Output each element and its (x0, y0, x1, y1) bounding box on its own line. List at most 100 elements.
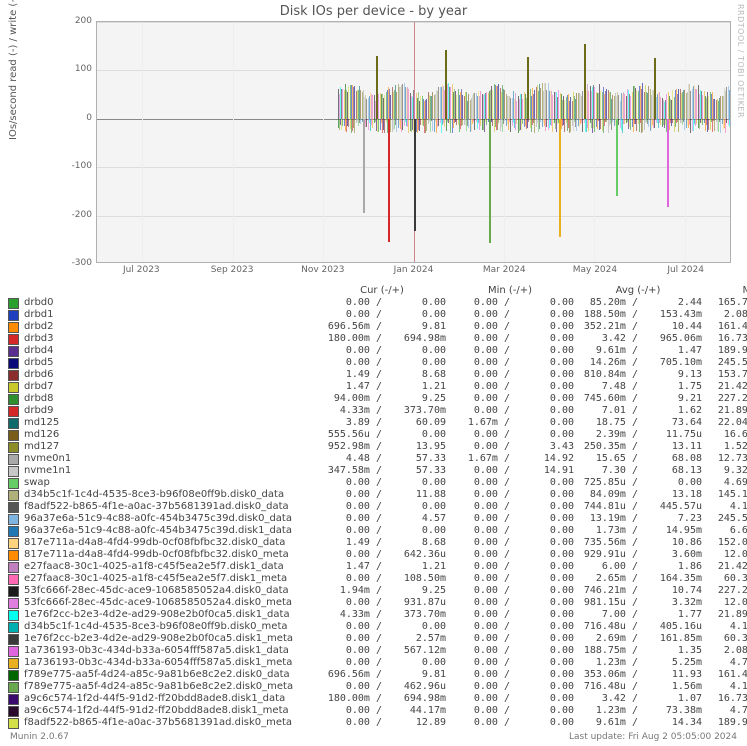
series-name: drbd7 (22, 381, 318, 393)
legend-row: a9c6c574-1f2d-44f5-91d2-ff20bdd8ade8.dis… (8, 705, 739, 717)
legend-row: e27faac8-30c1-4025-a1f8-c45f5ea2e5f7.dis… (8, 573, 739, 585)
series-name: md127 (22, 441, 318, 453)
series-name: drbd4 (22, 345, 318, 357)
legend-row: drbd10.00 /0.000.00 /0.00188.50m /153.43… (8, 309, 739, 321)
series-name: d34b5c1f-1c4d-4535-8ce3-b96f08e0ff9b.dis… (22, 489, 318, 501)
chart-title: Disk IOs per device - by year (0, 0, 747, 21)
series-name: 817e711a-d4a8-4fd4-99db-0cf08fbfbc32.dis… (22, 549, 318, 561)
swatch (8, 586, 19, 597)
series-name: d34b5c1f-1c4d-4535-8ce3-b96f08e0ff9b.dis… (22, 621, 318, 633)
series-name: drbd3 (22, 333, 318, 345)
legend-row: 53fc666f-28ec-45dc-ace9-1068585052a4.dis… (8, 597, 739, 609)
series-name: drbd6 (22, 369, 318, 381)
series-name: f8adf522-b865-4f1e-a0ac-37b5681391ad.dis… (22, 717, 318, 729)
legend-row: d34b5c1f-1c4d-4535-8ce3-b96f08e0ff9b.dis… (8, 489, 739, 501)
legend-row: 53fc666f-28ec-45dc-ace9-1068585052a4.dis… (8, 585, 739, 597)
legend-row: 1a736193-0b3c-434d-b33a-6054fff587a5.dis… (8, 645, 739, 657)
swatch (8, 670, 19, 681)
legend-row: md1253.89 /60.091.67m /0.0018.75 /73.642… (8, 417, 739, 429)
series-name: e27faac8-30c1-4025-a1f8-c45f5ea2e5f7.dis… (22, 573, 318, 585)
swatch (8, 406, 19, 417)
series-name: swap (22, 477, 318, 489)
series-name: a9c6c574-1f2d-44f5-91d2-ff20bdd8ade8.dis… (22, 705, 318, 717)
legend-row: drbd71.47 /1.210.00 /0.007.48 /1.7521.42… (8, 381, 739, 393)
series-name: 1a736193-0b3c-434d-b33a-6054fff587a5.dis… (22, 657, 318, 669)
swatch (8, 718, 19, 729)
series-name: drbd2 (22, 321, 318, 333)
swatch (8, 346, 19, 357)
legend-row: 817e711a-d4a8-4fd4-99db-0cf08fbfbc32.dis… (8, 549, 739, 561)
legend-row: drbd2696.56m /9.810.00 /0.00352.21m /10.… (8, 321, 739, 333)
swatch (8, 658, 19, 669)
legend-row: swap0.00 /0.000.00 /0.00725.85u /0.004.6… (8, 477, 739, 489)
legend-row: f789e775-aa5f-4d24-a85c-9a81b6e8c2e2.dis… (8, 681, 739, 693)
legend-table: Cur (-/+) Min (-/+) Avg (-/+) Max (-/+) … (8, 285, 739, 729)
series-name: 1e76f2cc-b2e3-4d2e-ad29-908e2b0f0ca5.dis… (22, 633, 318, 645)
swatch (8, 382, 19, 393)
legend-header: Cur (-/+) Min (-/+) Avg (-/+) Max (-/+) (8, 285, 739, 296)
swatch (8, 550, 19, 561)
swatch (8, 490, 19, 501)
footer-version: Munin 2.0.67 (10, 732, 69, 742)
series-name: nvme1n1 (22, 465, 318, 477)
swatch (8, 706, 19, 717)
swatch (8, 646, 19, 657)
footer-update: Last update: Fri Aug 2 05:05:00 2024 (569, 732, 737, 742)
swatch (8, 478, 19, 489)
x-axis: Jul 2023Sep 2023Nov 2023Jan 2024Mar 2024… (96, 265, 731, 281)
swatch (8, 442, 19, 453)
col-cur: Cur (-/+) (318, 285, 446, 296)
legend-row: 1a736193-0b3c-434d-b33a-6054fff587a5.dis… (8, 657, 739, 669)
series-name: nvme0n1 (22, 453, 318, 465)
series-name: 53fc666f-28ec-45dc-ace9-1068585052a4.dis… (22, 597, 318, 609)
series-name: 53fc666f-28ec-45dc-ace9-1068585052a4.dis… (22, 585, 318, 597)
col-avg: Avg (-/+) (574, 285, 702, 296)
swatch (8, 682, 19, 693)
legend-row: nvme0n14.48 /57.331.67m /14.9215.65 /68.… (8, 453, 739, 465)
series-name: 96a37e6a-51c9-4c88-a0fc-454b3475c39d.dis… (22, 525, 318, 537)
swatch (8, 322, 19, 333)
legend-row: drbd94.33m /373.70m0.00 /0.007.01 /1.622… (8, 405, 739, 417)
swatch (8, 502, 19, 513)
legend-row: 1e76f2cc-b2e3-4d2e-ad29-908e2b0f0ca5.dis… (8, 633, 739, 645)
series-name: md125 (22, 417, 318, 429)
swatch (8, 598, 19, 609)
legend-row: drbd61.49 /8.680.00 /0.00810.84m /9.1315… (8, 369, 739, 381)
series-name: f789e775-aa5f-4d24-a85c-9a81b6e8c2e2.dis… (22, 669, 318, 681)
legend-row: drbd894.00m /9.250.00 /0.00745.60m /9.21… (8, 393, 739, 405)
legend-row: drbd00.00 /0.000.00 /0.0085.20m /2.44165… (8, 297, 739, 309)
swatch (8, 562, 19, 573)
legend-row: drbd40.00 /0.000.00 /0.009.61m /1.47189.… (8, 345, 739, 357)
swatch (8, 466, 19, 477)
swatch (8, 634, 19, 645)
y-axis: -300-200-1000100200 (68, 21, 94, 281)
legend-row: d34b5c1f-1c4d-4535-8ce3-b96f08e0ff9b.dis… (8, 621, 739, 633)
legend-row: f789e775-aa5f-4d24-a85c-9a81b6e8c2e2.dis… (8, 669, 739, 681)
swatch (8, 514, 19, 525)
col-min: Min (-/+) (446, 285, 574, 296)
legend-row: 817e711a-d4a8-4fd4-99db-0cf08fbfbc32.dis… (8, 537, 739, 549)
swatch (8, 526, 19, 537)
swatch (8, 418, 19, 429)
legend-row: 1e76f2cc-b2e3-4d2e-ad29-908e2b0f0ca5.dis… (8, 609, 739, 621)
series-name: 817e711a-d4a8-4fd4-99db-0cf08fbfbc32.dis… (22, 537, 318, 549)
swatch (8, 574, 19, 585)
plot-canvas (96, 21, 731, 263)
swatch (8, 334, 19, 345)
series-name: e27faac8-30c1-4025-a1f8-c45f5ea2e5f7.dis… (22, 561, 318, 573)
legend-row: md126555.56u /0.000.00 /0.002.39m /11.75… (8, 429, 739, 441)
series-name: drbd9 (22, 405, 318, 417)
legend-row: 96a37e6a-51c9-4c88-a0fc-454b3475c39d.dis… (8, 513, 739, 525)
swatch (8, 430, 19, 441)
series-name: drbd1 (22, 309, 318, 321)
series-name: drbd5 (22, 357, 318, 369)
swatch (8, 298, 19, 309)
swatch (8, 454, 19, 465)
swatch (8, 622, 19, 633)
legend-row: e27faac8-30c1-4025-a1f8-c45f5ea2e5f7.dis… (8, 561, 739, 573)
series-name: 1e76f2cc-b2e3-4d2e-ad29-908e2b0f0ca5.dis… (22, 609, 318, 621)
legend-row: f8adf522-b865-4f1e-a0ac-37b5681391ad.dis… (8, 501, 739, 513)
series-name: drbd8 (22, 393, 318, 405)
y-axis-label: IOs/second read (-) / write (+) (8, 0, 19, 140)
swatch (8, 610, 19, 621)
